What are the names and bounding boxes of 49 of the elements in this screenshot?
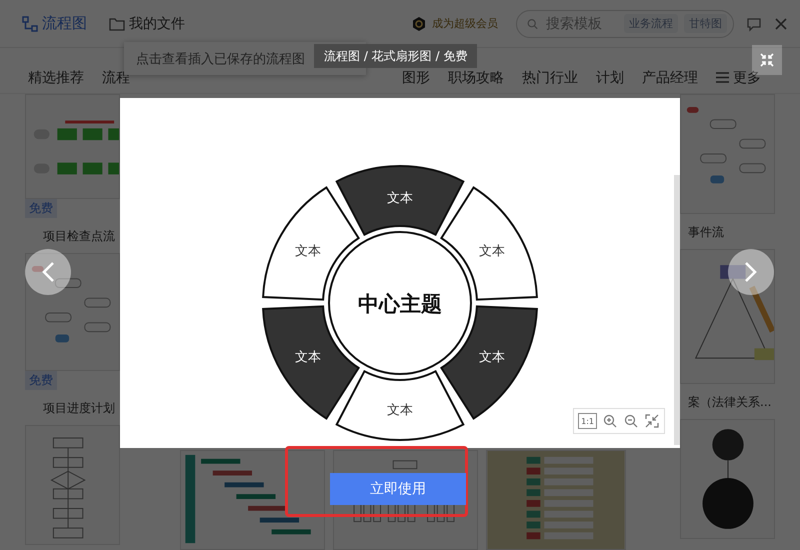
chevron-left-icon	[41, 261, 55, 283]
my-files-link[interactable]: 我的文件	[109, 14, 185, 32]
zoom-out-icon[interactable]	[622, 412, 640, 430]
segment-label: 文本	[478, 244, 505, 259]
template-title: 案（法律关系...	[687, 394, 772, 411]
breadcrumb: 流程图 / 花式扇形图 / 免费	[314, 44, 478, 68]
category-tab[interactable]: 图形	[402, 68, 430, 86]
use-now-button[interactable]: 立即使用	[330, 473, 466, 505]
search-icon	[527, 16, 538, 30]
scrollbar[interactable]	[674, 175, 680, 445]
category-tab[interactable]: 产品经理	[642, 68, 698, 86]
gantt-thumbnail[interactable]	[180, 450, 325, 550]
segment-label: 文本	[478, 350, 505, 365]
category-tab[interactable]: 职场攻略	[448, 68, 504, 86]
template-title: 事件流	[687, 224, 725, 241]
vip-badge-icon	[411, 16, 427, 32]
segment-label: 文本	[387, 191, 413, 206]
segment-label: 文本	[387, 403, 413, 418]
segment-label: 文本	[295, 350, 322, 365]
free-tag: 免费	[25, 371, 57, 390]
folder-icon	[109, 16, 125, 30]
center-topic-label: 中心主题	[358, 292, 442, 316]
zoom-in-icon[interactable]	[601, 412, 619, 430]
fit-screen-icon[interactable]	[643, 412, 661, 430]
next-button[interactable]	[728, 249, 774, 295]
actual-size-button[interactable]: 1:1	[578, 413, 597, 429]
category-tab[interactable]: 精选推荐	[28, 68, 84, 86]
previous-button[interactable]	[25, 249, 71, 295]
flowchart-icon	[22, 16, 38, 32]
flowchart-thumbnail[interactable]	[680, 94, 775, 214]
flowchart-thumbnail[interactable]	[25, 425, 120, 545]
category-tab[interactable]: 计划	[596, 68, 624, 86]
free-tag: 免费	[25, 199, 57, 218]
template-title: 项目进度计划	[42, 400, 116, 417]
category-tab[interactable]: 热门行业	[522, 68, 578, 86]
template-title: 项目检查点流	[42, 228, 116, 245]
menu-icon	[716, 72, 729, 83]
circle-diagram-thumbnail[interactable]	[680, 419, 775, 539]
logo-link[interactable]: 流程图	[22, 14, 87, 33]
flowchart-thumbnail[interactable]	[25, 253, 120, 371]
chat-icon[interactable]	[746, 16, 762, 32]
more-menu[interactable]: 更多	[716, 68, 761, 86]
close-icon[interactable]	[774, 16, 788, 30]
triangle-diagram-thumbnail[interactable]	[680, 249, 775, 384]
vip-link[interactable]: 成为超级会员	[411, 16, 498, 32]
chevron-right-icon	[744, 261, 758, 283]
segment-label: 文本	[295, 244, 322, 259]
flowchart-thumbnail[interactable]	[25, 94, 120, 199]
table-thumbnail[interactable]	[486, 450, 626, 550]
